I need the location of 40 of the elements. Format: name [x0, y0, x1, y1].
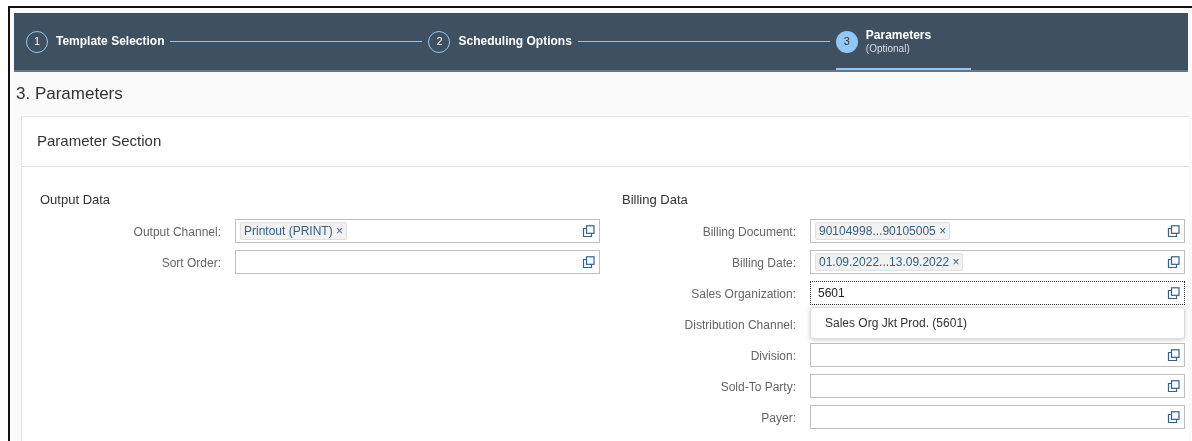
- value-help-icon[interactable]: [582, 224, 595, 238]
- suggestion-item[interactable]: Sales Org Jkt Prod. (5601): [811, 312, 1184, 334]
- remove-token-icon[interactable]: ×: [336, 224, 344, 238]
- field-label: Billing Document:: [702, 225, 796, 239]
- field-label: Division:: [750, 349, 796, 363]
- remove-token-icon[interactable]: ×: [939, 224, 947, 238]
- page-title: 3. Parameters: [15, 83, 123, 106]
- group-title: Billing Data: [622, 192, 688, 207]
- wizard-step[interactable]: 3 Parameters (Optional): [835, 13, 972, 70]
- input-field[interactable]: [810, 374, 1185, 398]
- section-title: Parameter Section: [37, 131, 162, 152]
- input-field[interactable]: 5601: [810, 281, 1185, 305]
- input-field[interactable]: [810, 343, 1185, 367]
- wizard-step[interactable]: 2 Scheduling Options: [428, 13, 572, 70]
- input-field[interactable]: [810, 405, 1185, 429]
- remove-token-icon[interactable]: ×: [952, 255, 960, 269]
- field-label: Sales Organization:: [691, 287, 796, 301]
- wizard-step[interactable]: 1 Template Selection: [26, 13, 165, 70]
- field-label: Billing Date:: [731, 256, 796, 270]
- value-help-icon[interactable]: [1167, 224, 1180, 238]
- token[interactable]: Printout (PRINT) ×: [240, 222, 348, 240]
- field-label: Distribution Channel:: [684, 318, 796, 332]
- value-help-icon[interactable]: [1167, 348, 1180, 362]
- input-field[interactable]: Printout (PRINT) ×: [235, 219, 600, 243]
- group-title: Output Data: [40, 192, 111, 207]
- input-field[interactable]: 90104998...90105005 ×: [810, 219, 1185, 243]
- field-label: Payer:: [761, 411, 796, 425]
- value-help-icon[interactable]: [1167, 379, 1180, 393]
- field-label: Sold-To Party:: [720, 380, 796, 394]
- value-help-icon[interactable]: [582, 255, 595, 269]
- token[interactable]: 90104998...90105005 ×: [815, 222, 951, 240]
- value-help-icon[interactable]: [1167, 286, 1180, 300]
- input-field[interactable]: 01.09.2022...13.09.2022 ×: [810, 250, 1185, 274]
- value-help-icon[interactable]: [1167, 255, 1180, 269]
- field-label: Sort Order:: [161, 256, 221, 270]
- token[interactable]: 01.09.2022...13.09.2022 ×: [815, 253, 964, 271]
- input-field[interactable]: [235, 250, 600, 274]
- field-label: Output Channel:: [133, 225, 221, 239]
- input-value: 5601: [817, 285, 846, 302]
- value-help-icon[interactable]: [1167, 410, 1180, 424]
